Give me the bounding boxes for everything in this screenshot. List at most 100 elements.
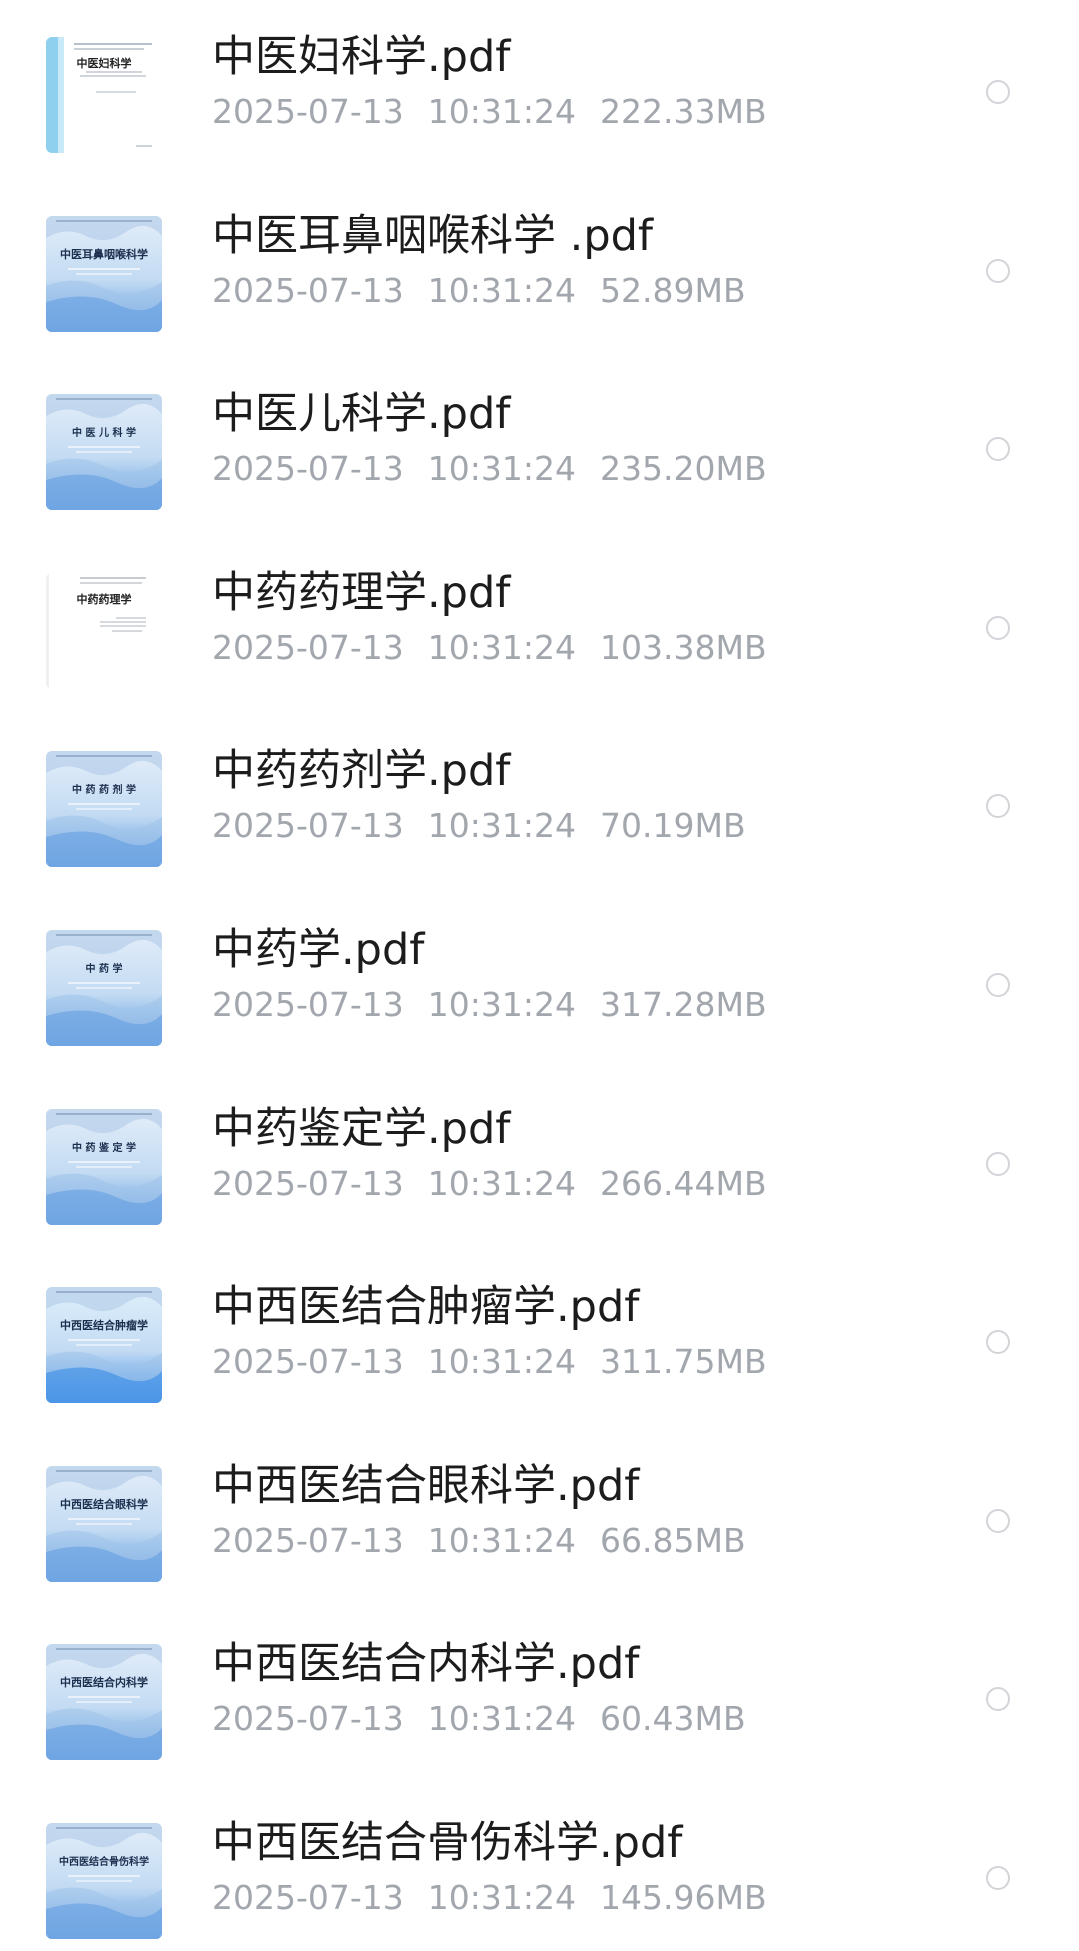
file-time: 10:31:24 (427, 1521, 576, 1560)
file-name[interactable]: 中西医结合内科学.pdf (212, 1636, 639, 1692)
cover-title: 中西医结合肿瘤学 (60, 1318, 148, 1332)
file-name[interactable]: 中药鉴定学.pdf (212, 1101, 510, 1157)
file-time: 10:31:24 (427, 1878, 576, 1917)
file-name[interactable]: 中西医结合眼科学.pdf (212, 1458, 639, 1514)
file-meta: 2025-07-13 10:31:24 103.38MB (212, 625, 767, 671)
file-name[interactable]: 中西医结合骨伤科学.pdf (212, 1815, 682, 1871)
file-meta: 2025-07-13 10:31:24 235.20MB (212, 446, 767, 492)
file-item[interactable]: 中医妇科学 中医妇科学.pdf 2025-07-13 10:31:24 222.33MB (0, 32, 1079, 215)
file-item[interactable]: 中西医结合内科学 中西医结合内科学.pdf 2025-07-13 10:31:24 60… (0, 1639, 1079, 1822)
cover-title: 中西医结合内科学 (60, 1675, 148, 1689)
file-item[interactable]: 中药药理学 中药药理学.pdf 2025-07-13 10:31:24 103.38MB (0, 568, 1079, 751)
file-size: 311.75MB (600, 1342, 767, 1381)
file-meta: 2025-07-13 10:31:24 60.43MB (212, 1696, 746, 1742)
file-size: 266.44MB (600, 1164, 767, 1203)
file-time: 10:31:24 (427, 1342, 576, 1381)
pdf-cover-thumbnail[interactable]: 中西医结合肿瘤学 (46, 1287, 162, 1403)
file-date: 2025-07-13 (212, 271, 404, 310)
file-meta: 2025-07-13 10:31:24 70.19MB (212, 803, 746, 849)
file-time: 10:31:24 (427, 271, 576, 310)
file-date: 2025-07-13 (212, 92, 404, 131)
select-radio-button[interactable] (986, 1152, 1010, 1176)
file-time: 10:31:24 (427, 985, 576, 1024)
file-size: 52.89MB (600, 271, 746, 310)
file-time: 10:31:24 (427, 449, 576, 488)
file-date: 2025-07-13 (212, 1521, 404, 1560)
file-name[interactable]: 中医儿科学.pdf (212, 386, 510, 442)
select-radio-button[interactable] (986, 437, 1010, 461)
file-meta: 2025-07-13 10:31:24 266.44MB (212, 1161, 767, 1207)
file-name[interactable]: 中药药理学.pdf (212, 565, 510, 621)
select-radio-button[interactable] (986, 259, 1010, 283)
select-radio-button[interactable] (986, 1687, 1010, 1711)
cover-title: 中 药 学 (86, 962, 123, 975)
pdf-cover-thumbnail[interactable]: 中 药 学 (46, 930, 162, 1046)
cover-title: 中医妇科学 (77, 56, 132, 70)
file-time: 10:31:24 (427, 1699, 576, 1738)
pdf-cover-thumbnail[interactable]: 中医耳鼻咽喉科学 (46, 216, 162, 332)
select-radio-button[interactable] (986, 616, 1010, 640)
file-date: 2025-07-13 (212, 1164, 404, 1203)
select-radio-button[interactable] (986, 1866, 1010, 1890)
file-item[interactable]: 中西医结合骨伤科学 中西医结合骨伤科学.pdf 2025-07-13 10:31:24… (0, 1818, 1079, 1951)
file-date: 2025-07-13 (212, 806, 404, 845)
file-size: 145.96MB (600, 1878, 767, 1917)
select-radio-button[interactable] (986, 80, 1010, 104)
select-radio-button[interactable] (986, 973, 1010, 997)
file-time: 10:31:24 (427, 806, 576, 845)
select-radio-button[interactable] (986, 1330, 1010, 1354)
pdf-cover-thumbnail[interactable]: 中 药 鉴 定 学 (46, 1109, 162, 1225)
file-date: 2025-07-13 (212, 985, 404, 1024)
pdf-cover-thumbnail[interactable]: 中医妇科学 (46, 37, 162, 153)
pdf-cover-thumbnail[interactable]: 中西医结合眼科学 (46, 1466, 162, 1582)
pdf-cover-thumbnail[interactable]: 中 药 药 剂 学 (46, 751, 162, 867)
file-item[interactable]: 中医耳鼻咽喉科学 中医耳鼻咽喉科学 .pdf 2025-07-13 10:31:24 5… (0, 211, 1079, 394)
file-size: 103.38MB (600, 628, 767, 667)
file-size: 60.43MB (600, 1699, 746, 1738)
select-radio-button[interactable] (986, 1509, 1010, 1533)
file-name[interactable]: 中医耳鼻咽喉科学 .pdf (212, 208, 653, 264)
file-time: 10:31:24 (427, 92, 576, 131)
file-size: 66.85MB (600, 1521, 746, 1560)
file-meta: 2025-07-13 10:31:24 222.33MB (212, 89, 767, 135)
file-date: 2025-07-13 (212, 1342, 404, 1381)
file-meta: 2025-07-13 10:31:24 66.85MB (212, 1518, 746, 1564)
file-item[interactable]: 中 药 学 中药学.pdf 2025-07-13 10:31:24 317.28MB (0, 925, 1079, 1108)
file-date: 2025-07-13 (212, 628, 404, 667)
cover-title: 中 药 鉴 定 学 (72, 1141, 136, 1154)
file-meta: 2025-07-13 10:31:24 52.89MB (212, 268, 746, 314)
file-size: 70.19MB (600, 806, 746, 845)
file-meta: 2025-07-13 10:31:24 311.75MB (212, 1339, 767, 1385)
file-size: 222.33MB (600, 92, 767, 131)
file-time: 10:31:24 (427, 1164, 576, 1203)
file-time: 10:31:24 (427, 628, 576, 667)
cover-title: 中医耳鼻咽喉科学 (60, 247, 148, 261)
cover-title: 中药药理学 (77, 592, 132, 606)
file-name[interactable]: 中药药剂学.pdf (212, 743, 510, 799)
file-item[interactable]: 中西医结合肿瘤学 中西医结合肿瘤学.pdf 2025-07-13 10:31:24 31… (0, 1282, 1079, 1465)
file-meta: 2025-07-13 10:31:24 145.96MB (212, 1875, 767, 1921)
cover-title: 中西医结合骨伤科学 (59, 1855, 149, 1868)
file-item[interactable]: 中 药 药 剂 学 中药药剂学.pdf 2025-07-13 10:31:24 70.1… (0, 746, 1079, 929)
file-meta: 2025-07-13 10:31:24 317.28MB (212, 982, 767, 1028)
file-date: 2025-07-13 (212, 1878, 404, 1917)
select-radio-button[interactable] (986, 794, 1010, 818)
cover-title: 中 医 儿 科 学 (72, 426, 136, 439)
file-item[interactable]: 中西医结合眼科学 中西医结合眼科学.pdf 2025-07-13 10:31:24 66… (0, 1461, 1079, 1644)
file-name[interactable]: 中西医结合肿瘤学.pdf (212, 1279, 639, 1335)
pdf-cover-thumbnail[interactable]: 中西医结合内科学 (46, 1644, 162, 1760)
pdf-cover-thumbnail[interactable]: 中药药理学 (46, 573, 162, 689)
file-item[interactable]: 中 药 鉴 定 学 中药鉴定学.pdf 2025-07-13 10:31:24 266.… (0, 1104, 1079, 1287)
file-item[interactable]: 中 医 儿 科 学 中医儿科学.pdf 2025-07-13 10:31:24 235.… (0, 389, 1079, 572)
cover-title: 中西医结合眼科学 (60, 1497, 148, 1511)
file-size: 235.20MB (600, 449, 767, 488)
file-name[interactable]: 中医妇科学.pdf (212, 29, 510, 85)
file-size: 317.28MB (600, 985, 767, 1024)
file-date: 2025-07-13 (212, 1699, 404, 1738)
pdf-cover-thumbnail[interactable]: 中西医结合骨伤科学 (46, 1823, 162, 1939)
file-list: 中医妇科学 中医妇科学.pdf 2025-07-13 10:31:24 222.33MB… (0, 0, 1079, 1951)
file-date: 2025-07-13 (212, 449, 404, 488)
cover-title: 中 药 药 剂 学 (72, 783, 136, 796)
pdf-cover-thumbnail[interactable]: 中 医 儿 科 学 (46, 394, 162, 510)
file-name[interactable]: 中药学.pdf (212, 922, 424, 978)
